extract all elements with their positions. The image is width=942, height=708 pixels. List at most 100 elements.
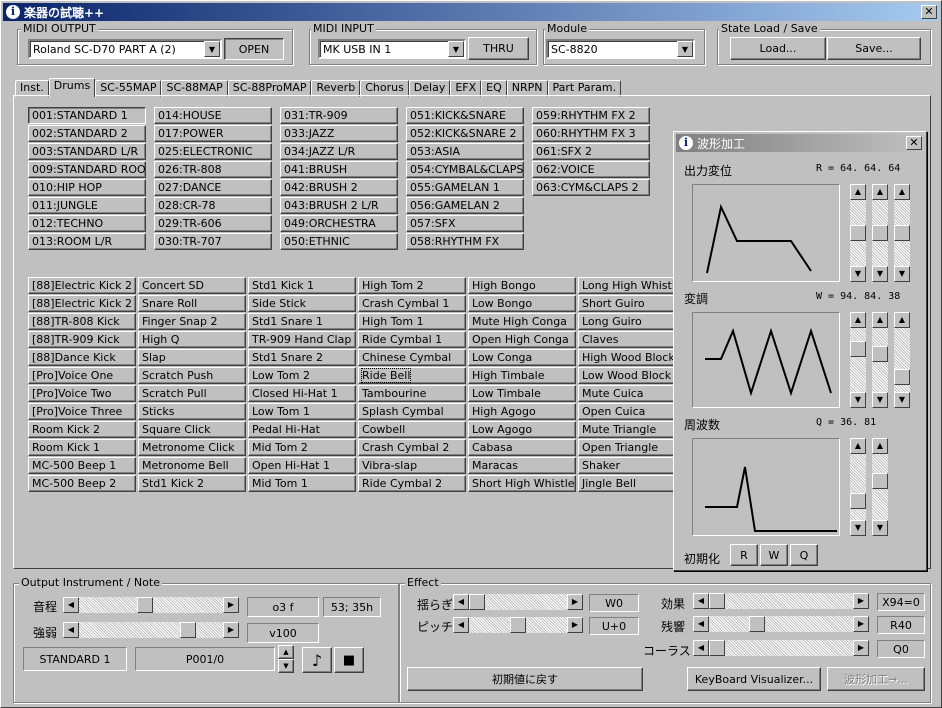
- drum-note-button[interactable]: Slap: [138, 349, 246, 366]
- drum-note-button[interactable]: Long High Whistle: [578, 277, 676, 294]
- slider-thumb[interactable]: [894, 369, 910, 386]
- slider-thumb[interactable]: [709, 640, 725, 656]
- effect-pitch-slider[interactable]: ◀ ▶: [453, 617, 583, 633]
- drum-set-button[interactable]: 014:HOUSE: [154, 107, 272, 124]
- chevron-down-icon[interactable]: ▼: [204, 41, 220, 57]
- scroll-up-icon[interactable]: ▲: [872, 184, 888, 200]
- drum-set-button[interactable]: 009:STANDARD ROOM: [28, 161, 146, 178]
- wave-param-slider[interactable]: ▲ ▼: [850, 184, 866, 282]
- drum-set-button[interactable]: 061:SFX 2: [532, 143, 650, 160]
- drum-note-button[interactable]: High Tom 2: [358, 277, 466, 294]
- wave-edit-button[interactable]: 波形加工→...: [827, 667, 925, 691]
- drum-note-button[interactable]: Open Cuica: [578, 403, 676, 420]
- drum-note-button[interactable]: [Pro]Voice Three: [28, 403, 136, 420]
- scroll-left-icon[interactable]: ◀: [453, 594, 469, 610]
- slider-thumb[interactable]: [709, 593, 725, 609]
- drum-note-button[interactable]: MC-500 Beep 2: [28, 475, 136, 492]
- play-button[interactable]: ♪: [302, 647, 332, 673]
- drum-set-button[interactable]: 030:TR-707: [154, 233, 272, 250]
- drum-set-button[interactable]: 043:BRUSH 2 L/R: [280, 197, 398, 214]
- scroll-up-icon[interactable]: ▲: [850, 312, 866, 328]
- drum-set-button[interactable]: 001:STANDARD 1: [28, 107, 146, 124]
- drum-note-button[interactable]: Scratch Pull: [138, 385, 246, 402]
- drum-note-button[interactable]: Pedal Hi-Hat: [248, 421, 356, 438]
- scroll-down-icon[interactable]: ▼: [872, 266, 888, 282]
- drum-set-button[interactable]: 051:KICK&SNARE: [406, 107, 524, 124]
- slider-thumb[interactable]: [136, 597, 153, 613]
- velocity-slider[interactable]: ◀ ▶: [63, 622, 239, 638]
- slider-thumb[interactable]: [510, 617, 526, 633]
- drum-note-button[interactable]: [88]Electric Kick 2: [28, 295, 136, 312]
- drum-note-button[interactable]: High Bongo: [468, 277, 576, 294]
- drum-set-button[interactable]: 025:ELECTRONIC: [154, 143, 272, 160]
- drum-note-button[interactable]: Open Hi-Hat 1: [248, 457, 356, 474]
- scroll-down-icon[interactable]: ▼: [850, 520, 866, 536]
- drum-note-button[interactable]: High Tom 1: [358, 313, 466, 330]
- drum-note-button[interactable]: Low Agogo: [468, 421, 576, 438]
- drum-note-button[interactable]: Splash Cymbal: [358, 403, 466, 420]
- yuragi-slider[interactable]: ◀ ▶: [453, 594, 583, 610]
- drum-note-button[interactable]: Low Tom 2: [248, 367, 356, 384]
- scroll-down-icon[interactable]: ▼: [850, 266, 866, 282]
- drum-note-button[interactable]: Short Guiro: [578, 295, 676, 312]
- drum-note-button[interactable]: Std1 Kick 1: [248, 277, 356, 294]
- drum-note-button[interactable]: Short High Whistle: [468, 475, 576, 492]
- drum-set-button[interactable]: 028:CR-78: [154, 197, 272, 214]
- scroll-right-icon[interactable]: ▶: [853, 593, 869, 609]
- scroll-right-icon[interactable]: ▶: [567, 617, 583, 633]
- drum-note-button[interactable]: Sticks: [138, 403, 246, 420]
- drum-note-button[interactable]: Metronome Click: [138, 439, 246, 456]
- slider-thumb[interactable]: [850, 493, 866, 509]
- drum-set-button[interactable]: 034:JAZZ L/R: [280, 143, 398, 160]
- scroll-right-icon[interactable]: ▶: [853, 640, 869, 656]
- drum-note-button[interactable]: Mid Tom 2: [248, 439, 356, 456]
- drum-note-button[interactable]: Snare Roll: [138, 295, 246, 312]
- drum-set-button[interactable]: 011:JUNGLE: [28, 197, 146, 214]
- scroll-down-icon[interactable]: ▼: [894, 392, 910, 408]
- drum-note-button[interactable]: Low Conga: [468, 349, 576, 366]
- drum-set-button[interactable]: 059:RHYTHM FX 2: [532, 107, 650, 124]
- drum-note-button[interactable]: Finger Snap 2: [138, 313, 246, 330]
- midi-output-select[interactable]: Roland SC-D70 PART A (2) ▼: [28, 39, 222, 59]
- drum-note-button[interactable]: Side Stick: [248, 295, 356, 312]
- drum-set-button[interactable]: 012:TECHNO: [28, 215, 146, 232]
- save-button[interactable]: Save...: [827, 37, 921, 60]
- drum-set-button[interactable]: 031:TR-909: [280, 107, 398, 124]
- drum-note-button[interactable]: Closed Hi-Hat 1: [248, 385, 356, 402]
- scroll-right-icon[interactable]: ▶: [223, 597, 239, 613]
- scroll-right-icon[interactable]: ▶: [567, 594, 583, 610]
- scroll-up-icon[interactable]: ▲: [872, 312, 888, 328]
- wave-param-slider[interactable]: ▲ ▼: [894, 184, 910, 282]
- drum-note-button[interactable]: Low Wood Block: [578, 367, 676, 384]
- slider-thumb[interactable]: [872, 225, 888, 241]
- open-button[interactable]: OPEN: [224, 38, 284, 60]
- scroll-up-icon[interactable]: ▲: [872, 438, 888, 454]
- wave-param-slider[interactable]: ▲ ▼: [872, 312, 888, 408]
- drum-set-button[interactable]: 063:CYM&CLAPS 2: [532, 179, 650, 196]
- scroll-left-icon[interactable]: ◀: [693, 640, 709, 656]
- drum-set-button[interactable]: 010:HIP HOP: [28, 179, 146, 196]
- drum-note-button[interactable]: Open High Conga: [468, 331, 576, 348]
- drum-set-button[interactable]: 050:ETHNIC: [280, 233, 398, 250]
- slider-thumb[interactable]: [469, 594, 485, 610]
- scroll-down-icon[interactable]: ▼: [894, 266, 910, 282]
- drum-note-button[interactable]: Low Timbale: [468, 385, 576, 402]
- wave-window-close-button[interactable]: ✕: [906, 136, 922, 150]
- scroll-up-icon[interactable]: ▲: [850, 438, 866, 454]
- drum-note-button[interactable]: Mute Cuica: [578, 385, 676, 402]
- wave-param-slider[interactable]: ▲ ▼: [872, 438, 888, 536]
- drum-note-button[interactable]: Chinese Cymbal: [358, 349, 466, 366]
- drum-note-button[interactable]: High Timbale: [468, 367, 576, 384]
- drum-note-button[interactable]: Room Kick 2: [28, 421, 136, 438]
- window-close-button[interactable]: ✕: [921, 5, 937, 19]
- scroll-left-icon[interactable]: ◀: [693, 593, 709, 609]
- drum-note-button[interactable]: High Wood Block: [578, 349, 676, 366]
- drum-set-button[interactable]: 062:VOICE: [532, 161, 650, 178]
- scroll-up-icon[interactable]: ▲: [894, 184, 910, 200]
- slider-thumb[interactable]: [872, 346, 888, 363]
- drum-note-button[interactable]: [88]TR-808 Kick: [28, 313, 136, 330]
- drum-note-button[interactable]: Mute Triangle: [578, 421, 676, 438]
- drum-set-button[interactable]: 054:CYMBAL&CLAPS: [406, 161, 524, 178]
- drum-note-button[interactable]: Low Bongo: [468, 295, 576, 312]
- scroll-down-icon[interactable]: ▼: [872, 392, 888, 408]
